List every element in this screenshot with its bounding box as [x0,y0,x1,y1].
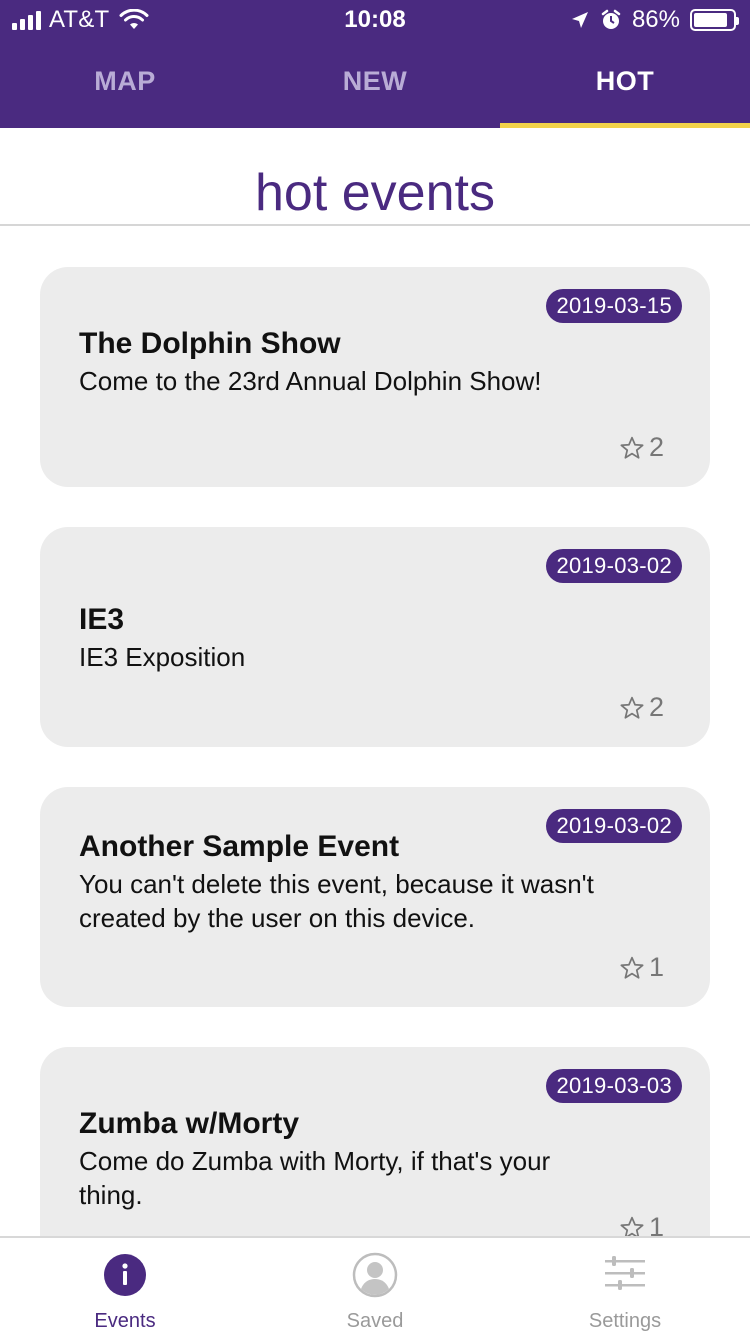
location-arrow-icon [571,12,588,28]
star-count[interactable]: 2 [619,432,664,463]
tab-events[interactable]: Events [0,1238,250,1334]
tab-settings-label: Settings [588,1310,662,1332]
top-tab-bar: MAP NEW HOT [0,40,750,128]
battery-level-fill [694,13,727,27]
event-date-badge: 2019-03-03 [546,1069,682,1103]
status-bar: AT&T 10:08 86% [0,0,750,40]
star-count-value: 2 [648,692,664,722]
star-icon[interactable] [619,435,645,461]
event-description: Come to the 23rd Annual Dolphin Show! [79,366,542,396]
event-title: IE3 [79,603,125,636]
event-description: IE3 Exposition [79,642,246,672]
event-title: Another Sample Event [79,830,400,863]
alarm-clock-icon [601,9,621,29]
tab-map[interactable]: MAP [0,40,250,128]
top-bar: AT&T 10:08 86% MAP NEW HOT [0,0,750,128]
status-right: 86% [570,6,739,34]
tab-hot[interactable]: HOT [500,40,750,128]
event-title: The Dolphin Show [79,327,341,360]
event-card[interactable]: 2019-03-02 IE3 IE3 Exposition 2 [40,527,710,747]
event-list[interactable]: 2019-03-15 The Dolphin Show Come to the … [0,228,750,1236]
star-count[interactable]: 1 [619,1212,664,1236]
event-card[interactable]: 2019-03-03 Zumba w/Morty Come do Zumba w… [40,1047,710,1236]
star-count-value: 2 [648,432,664,462]
info-icon [104,1254,146,1296]
tab-saved[interactable]: Saved [250,1238,500,1334]
event-date-badge: 2019-03-02 [546,809,682,843]
star-count[interactable]: 1 [619,952,664,983]
event-date-badge: 2019-03-15 [546,289,682,323]
battery-icon [690,9,739,31]
event-card[interactable]: 2019-03-15 The Dolphin Show Come to the … [40,267,710,487]
event-description: Come do Zumba with Morty, if that's your… [79,1146,551,1210]
user-icon [352,1252,398,1298]
event-date-badge: 2019-03-02 [546,549,682,583]
tab-new[interactable]: NEW [250,40,500,128]
event-description: You can't delete this event, because it … [79,869,594,933]
star-count-value: 1 [648,952,664,982]
page-title: hot events [0,128,750,226]
star-icon[interactable] [619,955,645,981]
bottom-tab-bar: Events Saved Settings [0,1236,750,1334]
event-title: Zumba w/Morty [79,1107,300,1140]
event-card[interactable]: 2019-03-02 Another Sample Event You can'… [40,787,710,1007]
sliders-icon [605,1256,645,1290]
battery-percent: 86% [631,6,680,33]
star-count-value: 1 [648,1212,664,1236]
star-icon[interactable] [619,695,645,721]
tab-saved-label: Saved [346,1310,404,1332]
tab-events-label: Events [94,1310,156,1332]
tab-settings[interactable]: Settings [500,1238,750,1334]
star-icon[interactable] [619,1215,645,1237]
star-count[interactable]: 2 [619,692,664,723]
